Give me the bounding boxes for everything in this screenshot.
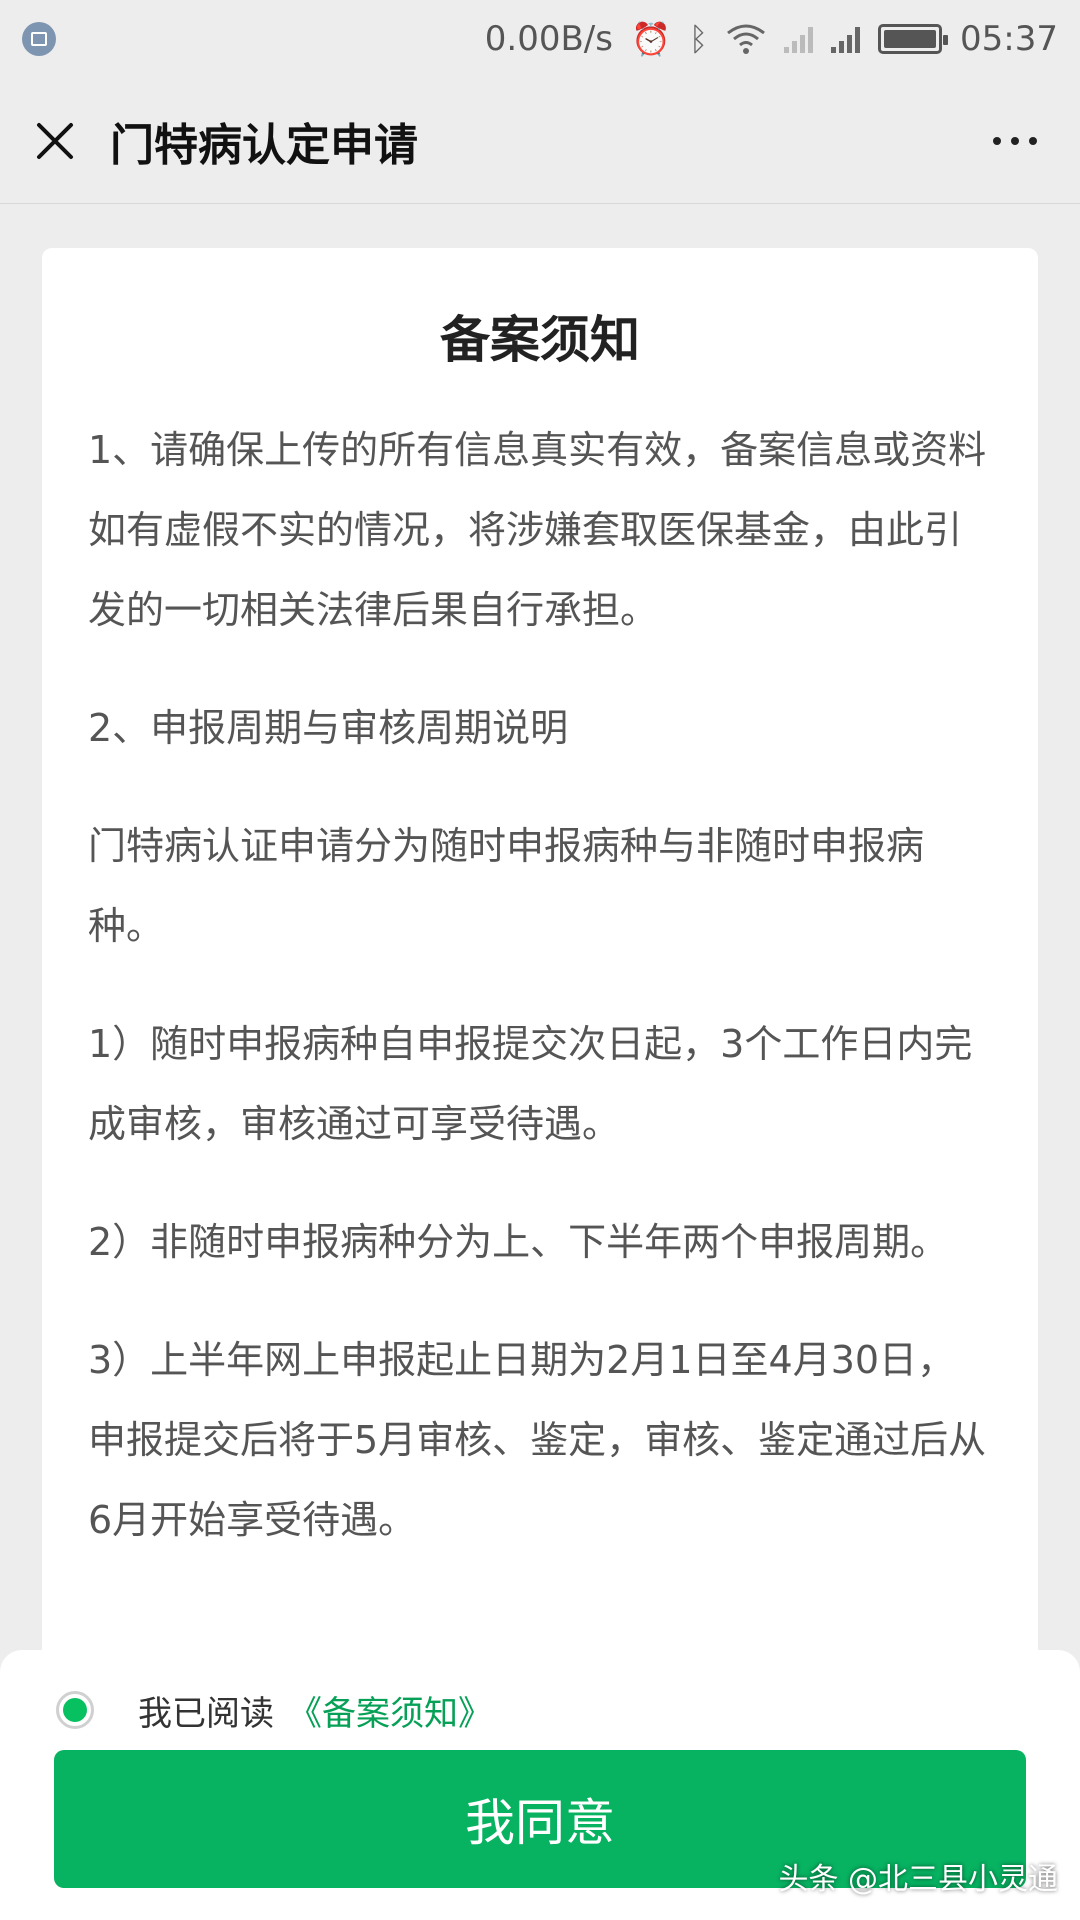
agree-radio[interactable]: [56, 1691, 94, 1729]
status-bar: 0.00B/s ⏰ ᛒ 05:37: [0, 0, 1080, 78]
page-title: 门特病认定申请: [110, 119, 418, 171]
wifi-icon: [727, 24, 765, 54]
alarm-icon: ⏰: [630, 20, 671, 58]
agree-row: 我已阅读 《备案须知》: [56, 1680, 492, 1740]
agree-label: 我已阅读: [138, 1693, 274, 1734]
notice-title: 备案须知: [440, 311, 640, 369]
notice-paragraph: 门特病认证申请分为随时申报病种与非随时申报病种。: [88, 824, 925, 948]
agreement-footer: 我已阅读 《备案须知》 我同意 头条 @北三县小灵通: [0, 1650, 1080, 1920]
screenshot-icon: [22, 22, 56, 56]
notice-paragraph: 1）随时申报病种自申报提交次日起，3个工作日内完成审核，审核通过可享受待遇。: [88, 1022, 973, 1146]
bluetooth-icon: ᛒ: [688, 20, 709, 58]
signal-icon: [784, 25, 814, 53]
notice-paragraph: 2、申报周期与审核周期说明: [88, 706, 569, 750]
close-icon: [37, 122, 73, 159]
notice-paragraph: 2）非随时申报病种分为上、下半年两个申报周期。: [88, 1220, 949, 1264]
notice-card[interactable]: 备案须知 1、请确保上传的所有信息真实有效，备案信息或资料如有虚假不实的情况，将…: [42, 248, 1038, 1678]
notice-paragraph: 1、请确保上传的所有信息真实有效，备案信息或资料如有虚假不实的情况，将涉嫌套取医…: [88, 428, 987, 632]
notice-paragraph: 3）上半年网上申报起止日期为2月1日至4月30日，申报提交后将于5月审核、鉴定，…: [88, 1338, 987, 1542]
watermark: 头条 @北三县小灵通: [778, 1862, 1058, 1897]
battery-icon: [878, 24, 949, 54]
network-speed: 0.00B/s: [484, 19, 613, 59]
clock: 05:37: [960, 19, 1058, 59]
navigation-bar: 门特病认定申请: [0, 78, 1080, 204]
radio-checked-icon: [63, 1698, 87, 1722]
more-icon: [993, 136, 1001, 145]
more-button[interactable]: [950, 78, 1080, 204]
notice-link[interactable]: 《备案须知》: [288, 1686, 492, 1735]
signal-icon: [831, 25, 861, 53]
status-icons: 0.00B/s ⏰ ᛒ 05:37: [485, 19, 1058, 59]
close-button[interactable]: [0, 78, 110, 204]
